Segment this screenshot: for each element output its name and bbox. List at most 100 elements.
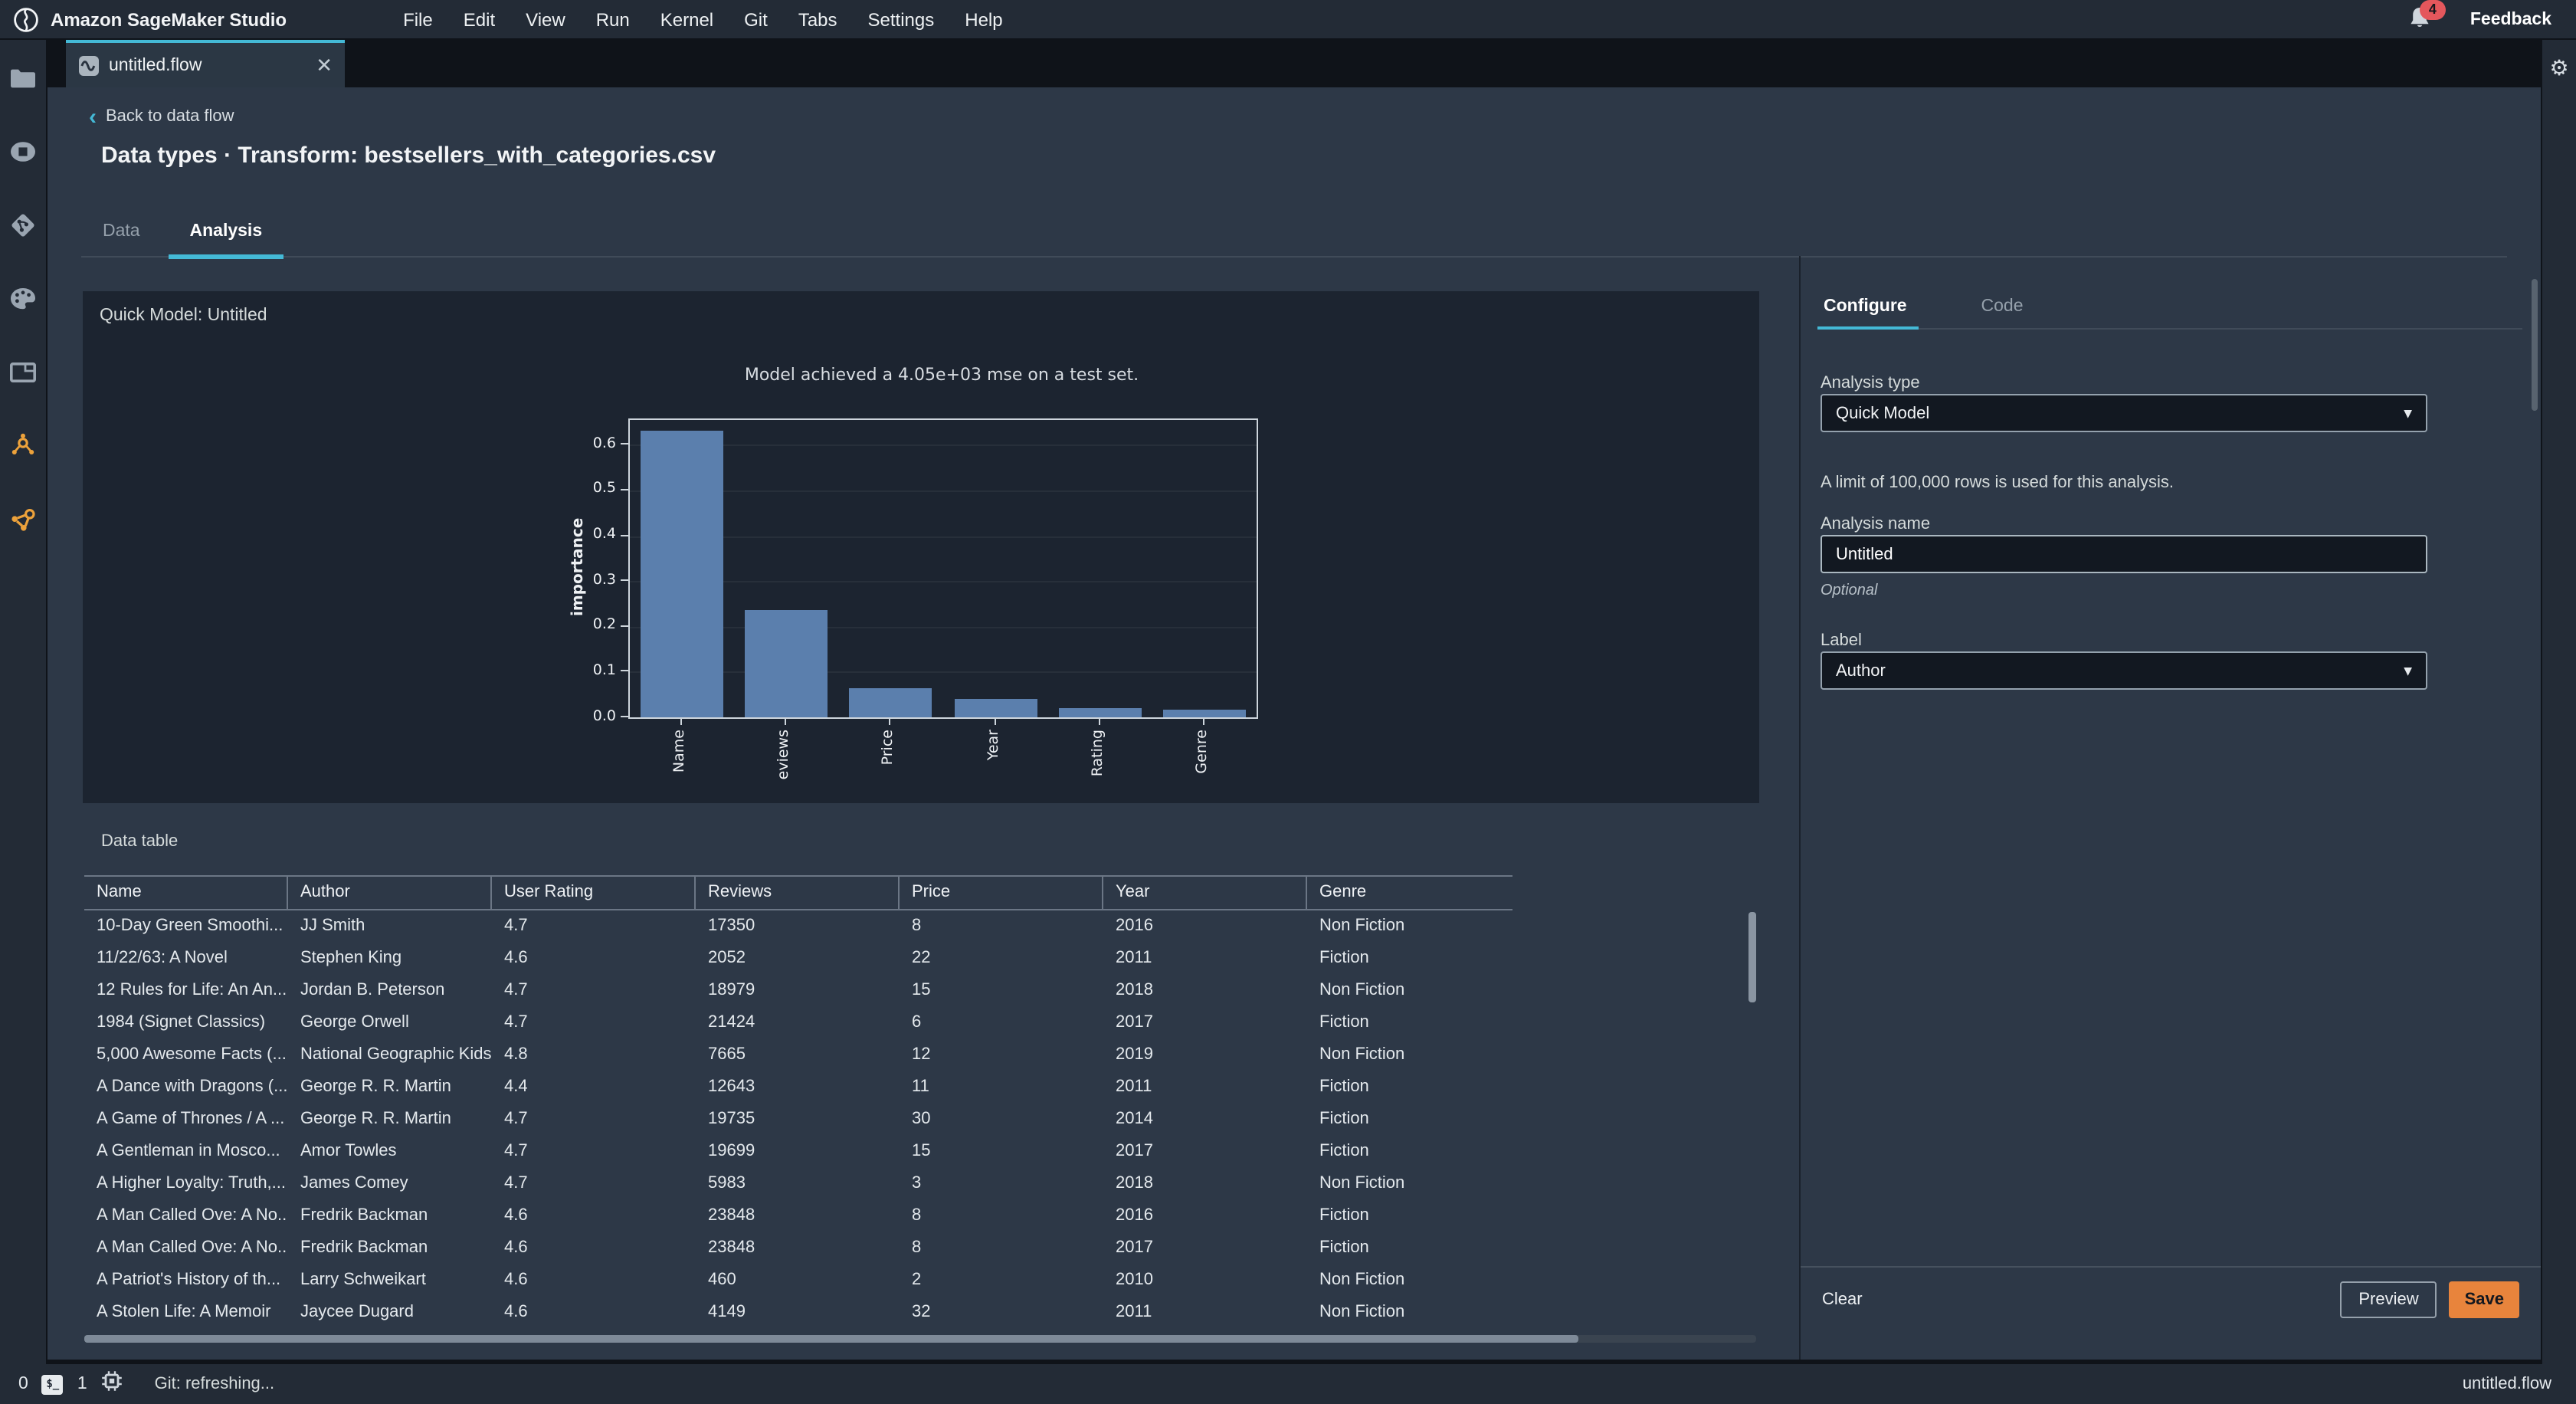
menu-help[interactable]: Help <box>949 0 1018 39</box>
table-cell: 4.8 <box>504 1045 528 1064</box>
tab-data[interactable]: Data <box>81 207 162 256</box>
notifications-bell-icon[interactable]: 4 <box>2409 0 2446 33</box>
save-button[interactable]: Save <box>2449 1281 2519 1318</box>
table-cell: Larry Schweikart <box>300 1271 426 1289</box>
table-body: 10-Day Green Smoothi... JJ Smith 4.7 17350 8… <box>84 910 1512 1333</box>
table-cell: 2052 <box>708 949 746 967</box>
table-cell: Non Fiction <box>1319 1271 1405 1289</box>
sagemaker-studio-window: Amazon SageMaker Studio File Edit View Run K… <box>0 0 2576 1404</box>
chart-panel-title: Quick Model: Untitled <box>100 307 267 325</box>
table-row: 11/22/63: A Novel Stephen King 4.6 2052 22 20… <box>84 943 1512 975</box>
feedback-link[interactable]: Feedback <box>2470 10 2551 28</box>
table-cell: Amor Towles <box>300 1142 397 1160</box>
kernel-count[interactable]: 1 <box>77 1375 87 1393</box>
table-vertical-scrollbar[interactable] <box>1748 912 1756 1002</box>
label-value: Author <box>1836 661 1886 680</box>
table-cell: 2019 <box>1116 1045 1153 1064</box>
table-row: A Patriot's History of th... Larry Schwei… <box>84 1265 1512 1297</box>
table-cell: 19699 <box>708 1142 755 1160</box>
table-cell: 8 <box>912 917 922 935</box>
table-header-cell: Genre <box>1319 883 1367 901</box>
terminal-count[interactable]: 0 <box>18 1375 28 1393</box>
table-cell: Fiction <box>1319 949 1369 967</box>
main-scrollbar-thumb[interactable] <box>2532 279 2538 411</box>
row-limit-note: A limit of 100,000 rows is used for this… <box>1821 474 2174 492</box>
analysis-type-dropdown[interactable]: Quick Model ▼ <box>1821 394 2427 432</box>
tab-code[interactable]: Code <box>1978 284 2027 328</box>
running-kernels-icon[interactable] <box>9 138 37 166</box>
table-cell: 2011 <box>1116 1303 1152 1321</box>
table-cell: 15 <box>912 1142 931 1160</box>
table-cell: George R. R. Martin <box>300 1078 451 1096</box>
left-activity-rail <box>0 40 48 1364</box>
importance-bar <box>1058 708 1142 717</box>
close-tab-icon[interactable]: ✕ <box>316 55 333 75</box>
menu-kernel[interactable]: Kernel <box>645 0 729 39</box>
chevron-down-icon: ▼ <box>2404 407 2412 419</box>
menu-run[interactable]: Run <box>581 0 645 39</box>
commands-palette-icon[interactable] <box>9 285 37 313</box>
chart-gridline <box>630 444 1257 447</box>
back-link-label: Back to data flow <box>106 107 234 126</box>
x-tick-mark <box>1098 719 1100 725</box>
menu-view[interactable]: View <box>510 0 581 39</box>
menu-tabs[interactable]: Tabs <box>783 0 853 39</box>
data-flow-icon[interactable] <box>9 506 37 533</box>
page-title: Data types · Transform: bestsellers_with… <box>101 143 716 169</box>
table-cell: A Stolen Life: A Memoir <box>97 1303 271 1321</box>
tab-configure[interactable]: Configure <box>1817 284 1920 330</box>
git-icon[interactable] <box>9 212 37 239</box>
table-header-row: Name Author User Rating Reviews Price Year Gen… <box>84 875 1512 910</box>
table-cell: Fiction <box>1319 1206 1369 1225</box>
gear-icon[interactable]: ⚙ <box>2549 58 2568 1364</box>
table-cell: 32 <box>912 1303 931 1321</box>
table-row: A Gentleman in Mosco... Amor Towles 4.7 196… <box>84 1136 1512 1168</box>
table-cell: 4.7 <box>504 981 528 999</box>
table-cell: 10-Day Green Smoothi... <box>97 917 283 935</box>
table-horizontal-scrollbar[interactable] <box>84 1335 1756 1343</box>
menu-edit[interactable]: Edit <box>448 0 510 39</box>
sagemaker-resources-icon[interactable] <box>9 432 37 460</box>
menu-settings[interactable]: Settings <box>853 0 950 39</box>
table-cell: 2 <box>912 1271 922 1289</box>
table-cell: 4149 <box>708 1303 746 1321</box>
menu-git[interactable]: Git <box>729 0 783 39</box>
table-cell: 23848 <box>708 1238 755 1257</box>
table-cell: 1984 (Signet Classics) <box>97 1013 266 1032</box>
kernel-chip-icon[interactable] <box>101 1370 123 1399</box>
table-header-cell: Name <box>84 877 288 909</box>
preview-button[interactable]: Preview <box>2340 1281 2437 1318</box>
tab-analysis[interactable]: Analysis <box>168 207 284 259</box>
label-dropdown[interactable]: Author ▼ <box>1821 651 2427 690</box>
x-tick-label: Rating <box>1089 730 1106 777</box>
back-to-data-flow-link[interactable]: ‹ Back to data flow <box>89 103 234 130</box>
clear-button[interactable]: Clear <box>1822 1281 1863 1318</box>
table-cell: A Dance with Dragons (... <box>97 1078 288 1096</box>
doc-tab-untitled-flow[interactable]: untitled.flow ✕ <box>66 40 345 87</box>
table-cell: James Comey <box>300 1174 408 1192</box>
table-row: A Dance with Dragons (... George R. R. Ma… <box>84 1071 1512 1104</box>
x-tick-mark <box>785 719 787 725</box>
y-tick-mark <box>621 488 628 490</box>
menu-file[interactable]: File <box>388 0 448 39</box>
chart-gridline <box>630 536 1257 538</box>
table-header-cell: Reviews <box>696 877 900 909</box>
importance-bar <box>849 687 932 717</box>
table-cell: 4.6 <box>504 1206 528 1225</box>
back-chevron-icon: ‹ <box>89 103 97 130</box>
analysis-name-input[interactable] <box>1821 535 2427 573</box>
table-cell: A Higher Loyalty: Truth,... <box>97 1174 287 1192</box>
table-cell: Non Fiction <box>1319 981 1405 999</box>
table-cell: 460 <box>708 1271 736 1289</box>
table-row: 1984 (Signet Classics) George Orwell 4.7 21… <box>84 1007 1512 1039</box>
table-cell: A Game of Thrones / A ... <box>97 1110 285 1128</box>
menu-bar-items: File Edit View Run Kernel Git Tabs Settings Help <box>388 0 1018 39</box>
importance-bar <box>1162 709 1246 717</box>
open-tabs-icon[interactable] <box>9 359 37 386</box>
terminal-icon[interactable]: $_ <box>41 1374 64 1394</box>
file-browser-icon[interactable] <box>9 64 37 92</box>
analysis-name-label: Analysis name <box>1821 515 1931 533</box>
table-cell: 2011 <box>1116 949 1152 967</box>
table-cell: 22 <box>912 949 931 967</box>
chart-gridline <box>630 581 1257 583</box>
